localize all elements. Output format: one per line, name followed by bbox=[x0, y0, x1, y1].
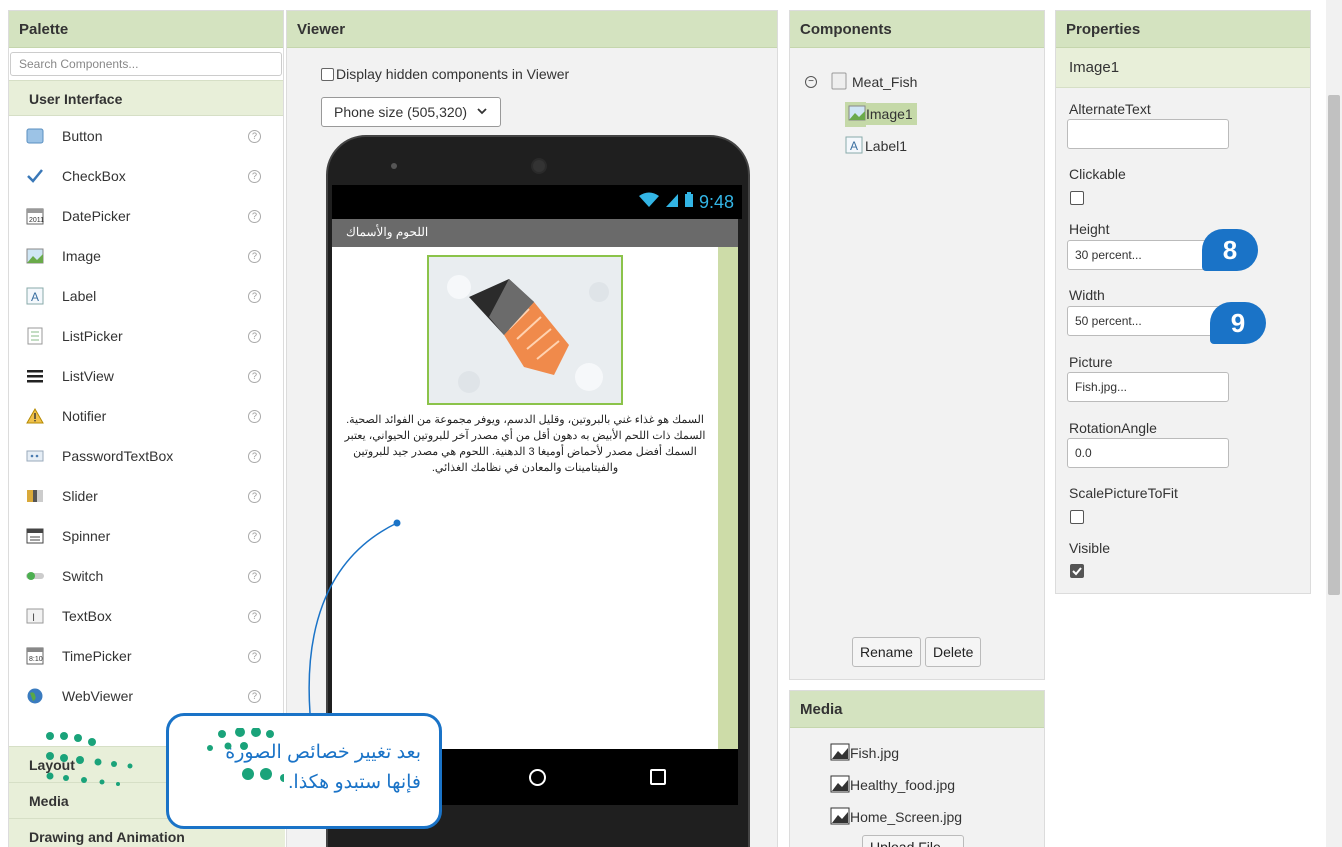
decorative-dots-logo bbox=[46, 728, 284, 786]
app-inventor-designer: Palette Search Components... User Interf… bbox=[0, 0, 1342, 847]
